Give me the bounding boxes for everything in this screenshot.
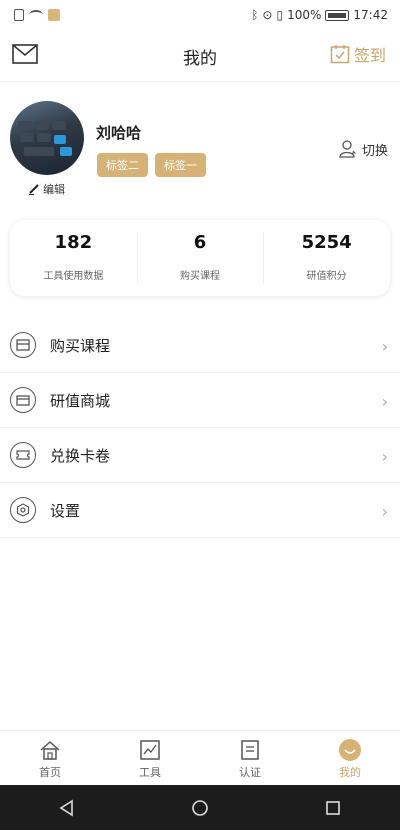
menu-item-buy-course[interactable]: 购买课程 ›	[0, 318, 400, 373]
menu-list: 购买课程 › 研值商城 › 兑换卡卷 › 设置 ›	[0, 318, 400, 538]
chevron-right-icon: ›	[381, 337, 388, 356]
document-icon	[241, 740, 259, 760]
avatar-detail	[52, 121, 66, 130]
tab-home[interactable]: 首页	[0, 731, 100, 785]
user-name: 刘哈哈	[96, 124, 142, 142]
ticket-glyph	[16, 450, 30, 460]
course-glyph	[16, 339, 30, 351]
tab-label: 认证	[239, 766, 261, 779]
menu-item-settings[interactable]: 设置 ›	[0, 483, 400, 538]
tag-list: 标签二 标签一	[97, 153, 206, 177]
smile-icon	[339, 739, 361, 761]
back-icon[interactable]	[58, 799, 76, 817]
tab-mine[interactable]: 我的	[300, 731, 400, 785]
vibrate-icon: ▯	[276, 8, 284, 22]
tab-label: 首页	[39, 766, 61, 779]
menu-item-label: 兑换卡卷	[50, 446, 111, 465]
bottom-tab-bar: 首页 工具 认证 我的	[0, 730, 400, 785]
tab-certification[interactable]: 认证	[200, 731, 300, 785]
chart-icon	[140, 740, 160, 760]
edit-label: 编辑	[43, 183, 65, 196]
chevron-right-icon: ›	[381, 447, 388, 466]
stat-value: 6	[193, 232, 207, 253]
stat-points[interactable]: 5254 研值积分	[263, 220, 390, 296]
tab-label: 我的	[339, 766, 361, 779]
mail-icon[interactable]	[12, 44, 38, 64]
switch-label: 切换	[361, 143, 388, 159]
status-bar: ᛒ ⊙ ▯ 100% 17:42	[0, 0, 400, 30]
menu-item-label: 研值商城	[50, 391, 111, 410]
tag: 标签二	[97, 153, 148, 177]
recents-icon[interactable]	[324, 799, 342, 817]
stat-tool-usage[interactable]: 182 工具使用数据	[10, 220, 137, 296]
avatar-detail	[54, 135, 66, 144]
avatar-detail	[35, 121, 49, 130]
sim-icon	[14, 9, 24, 21]
stat-value: 182	[54, 232, 93, 253]
settings-icon	[10, 497, 36, 523]
avatar[interactable]	[10, 101, 84, 175]
menu-item-store[interactable]: 研值商城 ›	[0, 373, 400, 428]
avatar-detail	[37, 133, 51, 142]
store-icon	[10, 387, 36, 413]
home-button-icon[interactable]	[191, 799, 209, 817]
stat-label: 研值积分	[306, 271, 347, 282]
calendar-icon	[330, 45, 350, 64]
header: 我的 签到	[0, 30, 400, 82]
menu-item-redeem-card[interactable]: 兑换卡卷 ›	[0, 428, 400, 483]
bluetooth-icon: ᛒ	[251, 8, 259, 22]
status-bar-right: ᛒ ⊙ ▯ 100% 17:42	[251, 8, 388, 22]
profile-section: 编辑 刘哈哈 标签二 标签一 切换	[0, 95, 400, 205]
sign-in-button[interactable]: 签到	[330, 42, 386, 66]
battery-icon	[325, 9, 350, 21]
stat-label: 购买课程	[180, 271, 220, 282]
pencil-icon	[29, 184, 39, 195]
ticket-icon	[10, 442, 36, 468]
tab-label: 工具	[139, 766, 161, 779]
sign-in-label: 签到	[353, 46, 386, 65]
wifi-icon	[29, 10, 43, 20]
settings-glyph	[16, 503, 30, 517]
avatar-detail	[60, 147, 72, 156]
chevron-right-icon: ›	[381, 392, 388, 411]
tab-tools[interactable]: 工具	[100, 731, 200, 785]
user-switch-icon	[339, 140, 357, 158]
battery-percent: 100%	[287, 8, 322, 22]
stats-card: 182 工具使用数据 6 购买课程 5254 研值积分	[10, 220, 390, 296]
course-icon	[10, 332, 36, 358]
store-glyph	[16, 395, 30, 406]
stat-purchased-courses[interactable]: 6 购买课程	[136, 220, 264, 296]
system-nav-bar	[0, 785, 400, 830]
stat-value: 5254	[301, 232, 352, 253]
avatar-detail	[24, 147, 54, 156]
home-icon	[40, 740, 60, 760]
avatar-detail	[18, 121, 32, 130]
menu-item-label: 购买课程	[50, 336, 111, 355]
switch-account-button[interactable]: 切换	[338, 139, 388, 159]
menu-item-label: 设置	[50, 501, 81, 520]
avatar-detail	[20, 133, 34, 142]
edit-profile-button[interactable]: 编辑	[28, 181, 65, 197]
location-icon: ⊙	[262, 8, 273, 22]
status-time: 17:42	[353, 8, 388, 22]
status-bar-left	[14, 9, 60, 21]
chevron-right-icon: ›	[381, 502, 388, 521]
app-notification-icon	[48, 9, 60, 21]
tag: 标签一	[155, 153, 206, 177]
stat-label: 工具使用数据	[43, 271, 104, 282]
